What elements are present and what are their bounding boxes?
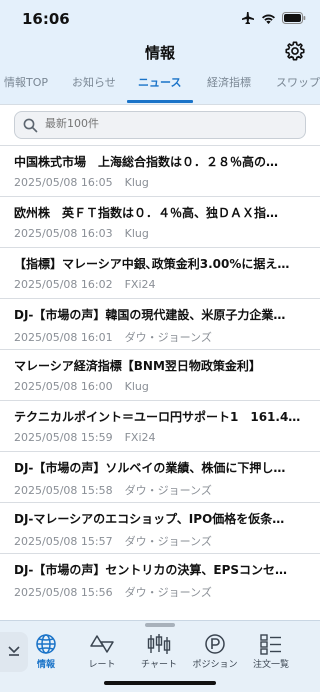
news-title: テクニカルポイント＝ユーロ円サポート1 161.4… [14, 410, 301, 424]
news-title: DJ-【市場の声】ソルベイの業績、株価に下押し… [14, 461, 286, 475]
candlestick-chart-icon [147, 634, 171, 654]
airplane-icon [242, 12, 254, 24]
news-item[interactable]: DJ-マレーシアのエコショップ、IPO価格を仮条… 2025/05/08 15:… [0, 502, 320, 553]
news-datetime: 2025/05/08 16:02 [14, 278, 113, 291]
news-title: 【指標】マレーシア中銀､政策金利3.00%に据え… [14, 257, 290, 271]
news-datetime: 2025/05/08 16:05 [14, 176, 113, 189]
wifi-icon [262, 14, 275, 24]
nav-info[interactable]: 情報 [18, 633, 74, 671]
page-title: 情報 [144, 44, 175, 62]
battery-icon [282, 12, 306, 24]
gear-icon[interactable] [284, 40, 306, 62]
active-tab-indicator [127, 100, 193, 103]
tab-economic-indicators[interactable]: 経済指標 [207, 74, 251, 90]
news-item[interactable]: マレーシア経済指標【BNM翌日物政策金利】 2025/05/08 16:00 Kl… [0, 349, 320, 400]
news-source: ダウ・ジョーンズ [124, 331, 212, 344]
news-source: ダウ・ジョーンズ [124, 586, 212, 599]
nav-chart[interactable]: チャート [131, 633, 187, 671]
news-item[interactable]: DJ-【市場の声】ソルベイの業績、株価に下押し… 2025/05/08 15:5… [0, 451, 320, 502]
news-title: マレーシア経済指標【BNM翌日物政策金利】 [14, 359, 261, 373]
status-time: 16:06 [22, 10, 70, 28]
nav-label: ポジション [192, 660, 238, 670]
position-p-icon [205, 634, 225, 654]
news-item[interactable]: 【指標】マレーシア中銀､政策金利3.00%に据え… 2025/05/08 16:… [0, 247, 320, 298]
nav-label: チャート [141, 660, 177, 670]
search-input[interactable] [45, 117, 295, 130]
order-list-icon [260, 634, 281, 655]
news-source: ダウ・ジョーンズ [124, 535, 212, 548]
app-header: 16:06 情報 情報TOP お知らせ ニュース 経済指標 スワップー [0, 0, 320, 104]
tab-notices[interactable]: お知らせ [72, 74, 116, 90]
news-item[interactable]: テクニカルポイント＝ユーロ円サポート1 161.4… 2025/05/08 15… [0, 400, 320, 451]
news-title: DJ-【市場の声】韓国の現代建設、米原子力企業… [14, 308, 286, 322]
drag-handle[interactable] [145, 623, 175, 627]
news-item[interactable]: DJ-【市場の声】セントリカの決算、EPSコンセ… 2025/05/08 15:… [0, 553, 320, 604]
news-title: 中国株式市場 上海総合指数は０．２８％高の… [14, 155, 279, 169]
news-datetime: 2025/05/08 16:03 [14, 227, 113, 240]
nav-rate[interactable]: レート [74, 633, 130, 671]
news-title: DJ-【市場の声】セントリカの決算、EPSコンセ… [14, 563, 288, 577]
news-datetime: 2025/05/08 16:01 [14, 331, 113, 344]
news-source: Klug [124, 176, 149, 189]
news-datetime: 2025/05/08 15:59 [14, 431, 113, 444]
news-datetime: 2025/05/08 15:58 [14, 484, 113, 497]
news-source: Klug [124, 380, 149, 393]
tab-swap[interactable]: スワップー [276, 74, 320, 90]
globe-icon [36, 634, 56, 654]
nav-position[interactable]: ポジション [187, 633, 243, 671]
news-item[interactable]: 中国株式市場 上海総合指数は０．２８％高の… 2025/05/08 16:05 K… [0, 145, 320, 196]
news-datetime: 2025/05/08 15:56 [14, 586, 113, 599]
news-item[interactable]: DJ-【市場の声】韓国の現代建設、米原子力企業… 2025/05/08 16:0… [0, 298, 320, 349]
home-indicator [104, 681, 216, 685]
status-bar: 16:06 [0, 0, 320, 36]
news-list: 中国株式市場 上海総合指数は０．２８％高の… 2025/05/08 16:05 K… [0, 145, 320, 604]
news-title: 欧州株 英ＦＴ指数は０．４％高、独ＤＡＸ指… [14, 206, 279, 220]
tab-info-top[interactable]: 情報TOP [4, 74, 48, 90]
nav-label: 注文一覧 [252, 660, 289, 670]
nav-label: レート [88, 660, 116, 670]
search-box[interactable] [14, 111, 306, 139]
rate-arrows-icon [90, 635, 114, 653]
news-source: ダウ・ジョーンズ [124, 484, 212, 497]
news-source: FXi24 [124, 278, 156, 291]
news-title: DJ-マレーシアのエコショップ、IPO価格を仮条… [14, 512, 285, 526]
news-datetime: 2025/05/08 15:57 [14, 535, 113, 548]
news-source: FXi24 [124, 431, 156, 444]
search-icon [23, 118, 38, 133]
nav-label: 情報 [36, 660, 55, 670]
nav-order-list[interactable]: 注文一覧 [243, 633, 299, 671]
news-item[interactable]: 欧州株 英ＦＴ指数は０．４％高、独ＤＡＸ指… 2025/05/08 16:03 K… [0, 196, 320, 247]
news-source: Klug [124, 227, 149, 240]
category-tabs: 情報TOP お知らせ ニュース 経済指標 スワップー [0, 66, 320, 104]
news-datetime: 2025/05/08 16:00 [14, 380, 113, 393]
tab-news[interactable]: ニュース [138, 74, 181, 90]
